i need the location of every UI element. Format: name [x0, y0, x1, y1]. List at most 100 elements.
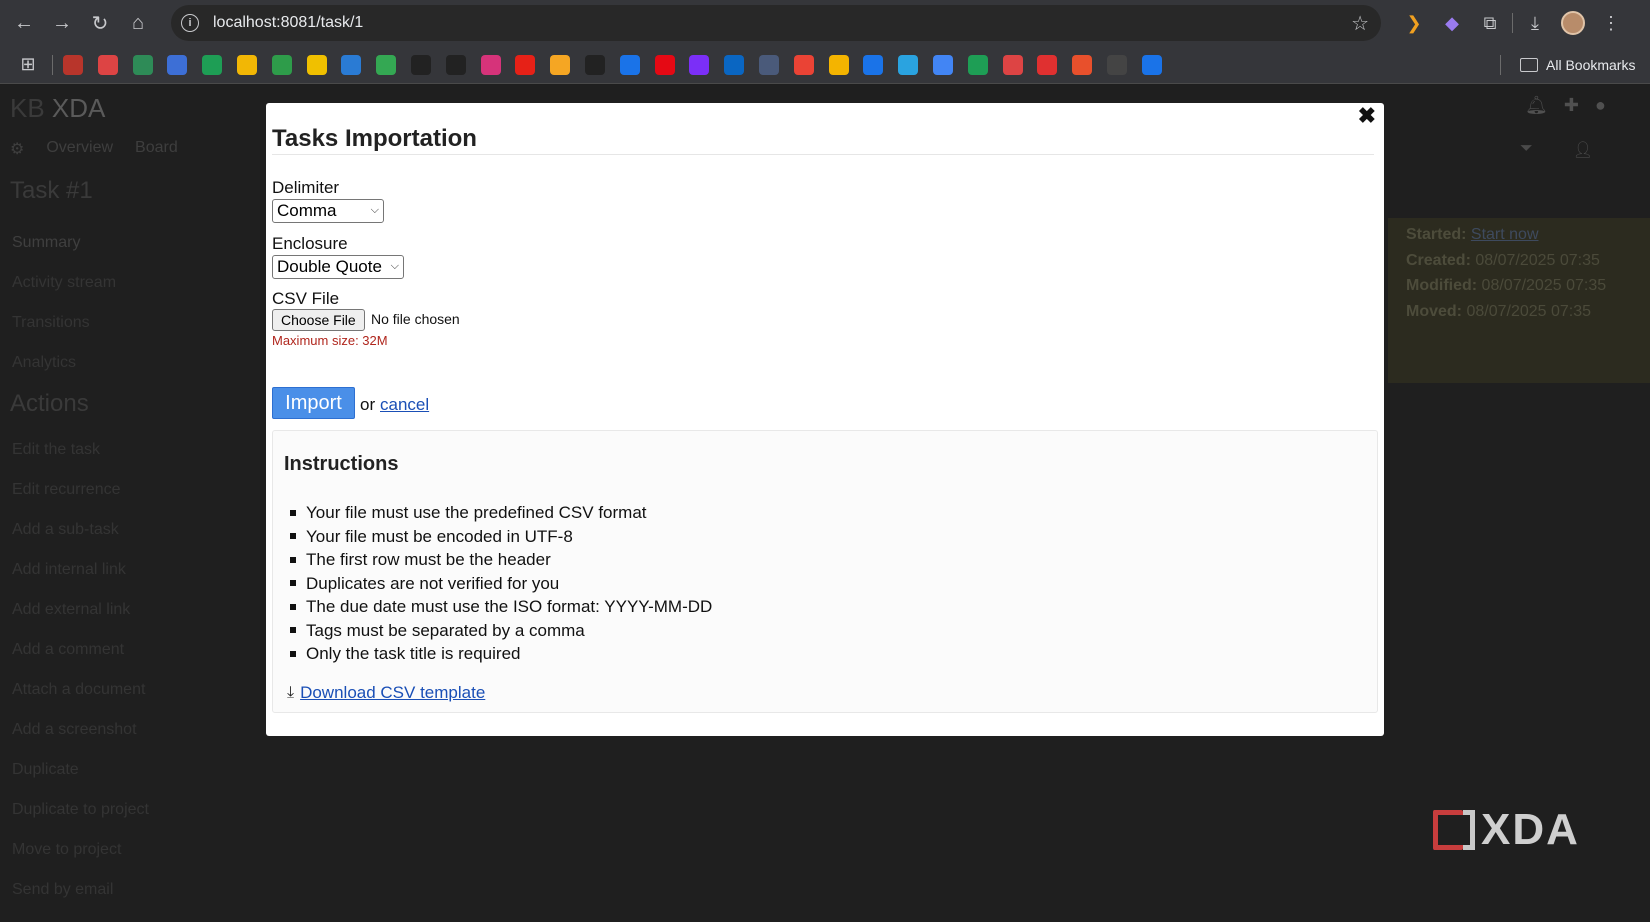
- bookmark-favicon-icon[interactable]: [689, 54, 710, 75]
- bookmark-favicon-icon[interactable]: [376, 54, 397, 75]
- action-item[interactable]: Add a comment: [12, 630, 149, 670]
- home-icon[interactable]: ⌂: [119, 4, 157, 42]
- bookmark-favicon-icon[interactable]: [619, 54, 640, 75]
- user-avatar[interactable]: ●: [1595, 95, 1606, 116]
- browser-extension-area: ❯ ◆ ⧉ ⤓ ⋮: [1395, 4, 1630, 42]
- bookmark-favicon-icon[interactable]: [132, 54, 153, 75]
- bookmark-favicon-icon[interactable]: [480, 54, 501, 75]
- user-filter-icon[interactable]: 👤︎: [1573, 140, 1593, 160]
- action-item[interactable]: Duplicate: [12, 750, 149, 790]
- forward-icon[interactable]: →: [43, 4, 81, 42]
- bookmark-favicon-icon[interactable]: [445, 54, 466, 75]
- back-icon[interactable]: ←: [5, 4, 43, 42]
- bookmark-favicon-icon[interactable]: [515, 54, 536, 75]
- action-item[interactable]: Attach a document: [12, 670, 149, 710]
- cancel-link[interactable]: cancel: [380, 395, 429, 415]
- action-item[interactable]: Add a screenshot: [12, 710, 149, 750]
- enclosure-select[interactable]: Double Quote ⌵: [272, 255, 404, 279]
- list-item: Your file must be encoded in UTF-8: [290, 525, 712, 549]
- view-switcher: ⚙ Overview Board: [10, 139, 178, 159]
- actions-heading: Actions: [10, 390, 89, 417]
- extension-icon[interactable]: ◆: [1433, 4, 1471, 42]
- bullet-icon: [290, 509, 296, 516]
- site-info-icon[interactable]: i: [181, 14, 199, 32]
- bookmark-favicon-icon[interactable]: [306, 54, 327, 75]
- bookmark-favicon-icon[interactable]: [793, 54, 814, 75]
- action-item[interactable]: Duplicate to project: [12, 790, 149, 830]
- browser-menu-icon[interactable]: ⋮: [1592, 4, 1630, 42]
- bookmark-favicon-icon[interactable]: [202, 54, 223, 75]
- extensions-puzzle-icon[interactable]: ⧉: [1471, 4, 1509, 42]
- action-item[interactable]: Send by email: [12, 870, 149, 910]
- download-template-row: ⤓ Download CSV template: [287, 683, 485, 703]
- bookmark-favicon-icon[interactable]: [341, 54, 362, 75]
- bookmark-favicon-icon[interactable]: [1002, 54, 1023, 75]
- bookmark-favicon-icon[interactable]: [932, 54, 953, 75]
- url-text[interactable]: localhost:8081/task/1: [213, 14, 363, 32]
- bookmark-favicon-icon[interactable]: [584, 54, 605, 75]
- bookmark-favicon-icon[interactable]: [758, 54, 779, 75]
- apps-grid-icon[interactable]: ⊞: [10, 47, 46, 83]
- view-board[interactable]: Board: [135, 139, 178, 159]
- bookmark-favicon-icon[interactable]: [863, 54, 884, 75]
- bookmark-star-icon[interactable]: ☆: [1351, 11, 1369, 36]
- bookmark-favicon-icon[interactable]: [1106, 54, 1127, 75]
- bookmark-favicon-icon[interactable]: [1072, 54, 1093, 75]
- bookmark-favicon-icon[interactable]: [167, 54, 188, 75]
- action-item[interactable]: Add external link: [12, 590, 149, 630]
- view-overview[interactable]: Overview: [46, 139, 113, 159]
- bookmark-favicon-icon[interactable]: [654, 54, 675, 75]
- profile-avatar[interactable]: [1554, 4, 1592, 42]
- bookmark-favicon-icon[interactable]: [1037, 54, 1058, 75]
- bookmark-favicon-icon[interactable]: [967, 54, 988, 75]
- all-bookmarks-button[interactable]: All Bookmarks: [1500, 46, 1635, 84]
- plus-icon[interactable]: ✚: [1564, 95, 1579, 116]
- bookmark-favicon-icon[interactable]: [724, 54, 745, 75]
- gear-icon[interactable]: ⚙: [10, 139, 24, 159]
- bookmarks-divider: [52, 54, 53, 75]
- bookmark-favicon-icon[interactable]: [97, 54, 118, 75]
- filter-controls: ⏷ 👤︎: [1520, 140, 1593, 160]
- instruction-text: Your file must use the predefined CSV fo…: [306, 503, 647, 522]
- bullet-icon: [290, 580, 296, 587]
- bookmark-favicon-icon[interactable]: [236, 54, 257, 75]
- action-item[interactable]: Move to project: [12, 830, 149, 870]
- sidebar-item-analytics[interactable]: Analytics: [12, 343, 116, 383]
- bookmark-favicon-icon[interactable]: [898, 54, 919, 75]
- modified-label: Modified:: [1406, 277, 1478, 294]
- header-actions: 🔔︎ ✚ ●: [1525, 95, 1606, 116]
- bell-icon[interactable]: 🔔︎: [1525, 95, 1548, 116]
- import-button[interactable]: Import: [272, 387, 355, 419]
- sidebar-item-label: Analytics: [12, 354, 77, 371]
- extension-icon[interactable]: ❯: [1395, 4, 1433, 42]
- reload-icon[interactable]: ↻: [81, 4, 119, 42]
- bookmark-favicon-icon[interactable]: [410, 54, 431, 75]
- filter-icon[interactable]: ⏷: [1520, 140, 1533, 160]
- action-item[interactable]: Edit the task: [12, 430, 149, 470]
- close-icon[interactable]: ✖: [1358, 103, 1376, 129]
- sidebar-item-activity[interactable]: Activity stream: [12, 263, 116, 303]
- delimiter-select[interactable]: Comma ⌵: [272, 199, 384, 223]
- bookmark-favicon-icon[interactable]: [1141, 54, 1162, 75]
- bookmark-favicon-icon[interactable]: [550, 54, 571, 75]
- bookmark-favicon-icon[interactable]: [271, 54, 292, 75]
- list-item: Only the task title is required: [290, 642, 712, 666]
- download-icon: ⤓: [287, 684, 295, 701]
- project-title: KB XDA: [10, 93, 105, 124]
- choose-file-button[interactable]: Choose File: [272, 309, 365, 331]
- address-bar[interactable]: i localhost:8081/task/1 ☆: [171, 5, 1381, 41]
- action-item[interactable]: Add internal link: [12, 550, 149, 590]
- bookmark-favicon-icon[interactable]: [828, 54, 849, 75]
- download-csv-template-link[interactable]: Download CSV template: [300, 683, 485, 703]
- bookmark-icons: [63, 54, 1177, 75]
- action-item[interactable]: Edit recurrence: [12, 470, 149, 510]
- sidebar-item-summary[interactable]: Summary: [12, 223, 116, 263]
- bookmark-favicon-icon[interactable]: [63, 54, 83, 75]
- sidebar-item-transitions[interactable]: Transitions: [12, 303, 116, 343]
- app-logo[interactable]: KB: [10, 93, 45, 123]
- moved-label: Moved:: [1406, 302, 1462, 320]
- start-now-link[interactable]: Start now: [1471, 226, 1539, 243]
- instruction-text: Your file must be encoded in UTF-8: [306, 526, 573, 546]
- download-icon[interactable]: ⤓: [1516, 4, 1554, 42]
- action-item[interactable]: Add a sub-task: [12, 510, 149, 550]
